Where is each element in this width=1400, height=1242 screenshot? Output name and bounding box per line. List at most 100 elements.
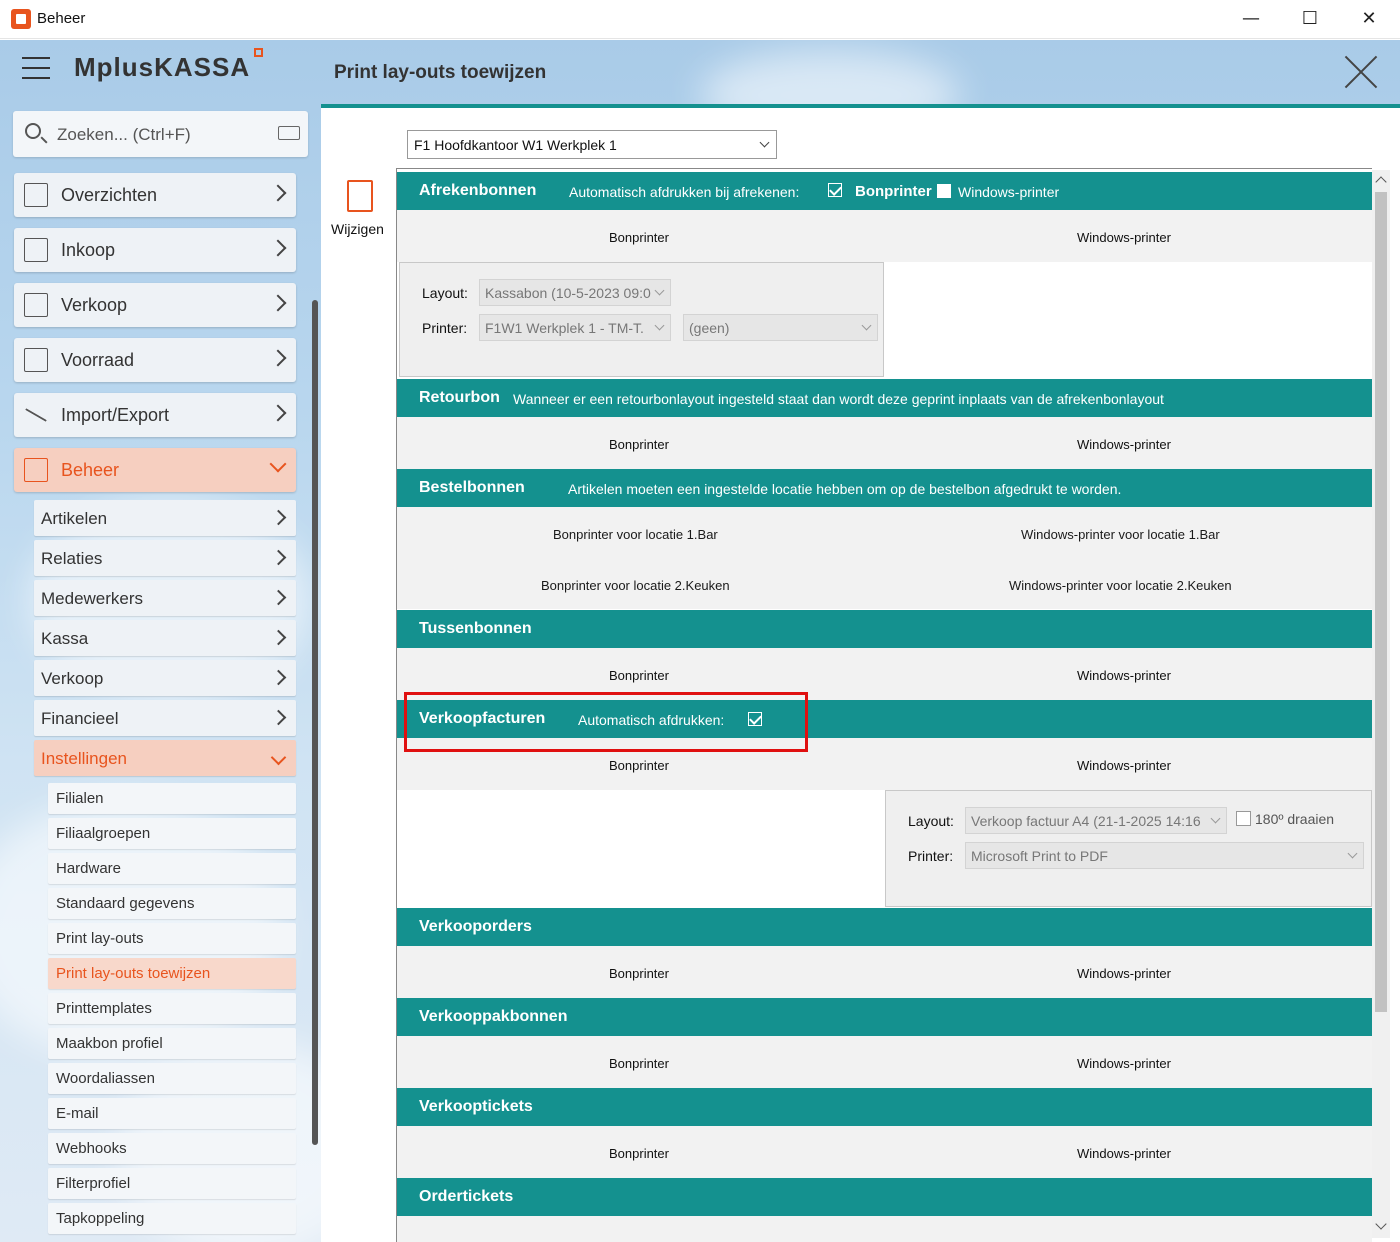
maximize-button[interactable]: ☐: [1287, 4, 1333, 34]
nav-voorraad[interactable]: Voorraad: [14, 338, 296, 382]
section-header-bestelbonnen: Bestelbonnen Artikelen moeten een ingest…: [397, 469, 1372, 507]
location-select[interactable]: F1 Hoofdkantoor W1 Werkplek 1: [407, 130, 777, 159]
auto-print-checkbox[interactable]: [828, 183, 842, 197]
panel-scrollbar[interactable]: [1372, 170, 1390, 1238]
close-icon[interactable]: [1343, 54, 1379, 90]
section-title: Tussenbonnen: [419, 620, 532, 637]
sidebar-item-label: Print lay-outs toewijzen: [56, 965, 211, 982]
sidebar-item-financieel[interactable]: Financieel: [34, 700, 296, 736]
edit-button[interactable]: Wijzigen: [329, 178, 391, 242]
sidebar-item-artikelen[interactable]: Artikelen: [34, 500, 296, 536]
chevron-down-icon: [654, 285, 665, 296]
chevron-right-icon: [270, 589, 287, 606]
sidebar-item-label: Artikelen: [41, 509, 108, 528]
sidebar-item-standaard-gegevens[interactable]: Standaard gegevens: [48, 888, 296, 919]
layout-value: Verkoop factuur A4 (21-1-2025 14:16: [971, 813, 1201, 829]
sidebar-item-kassa[interactable]: Kassa: [34, 620, 296, 656]
rotate-checkbox[interactable]: [1236, 811, 1251, 826]
minimize-button[interactable]: —: [1228, 4, 1274, 34]
chevron-right-icon: [270, 549, 287, 566]
bonprinter-checkbox[interactable]: [937, 184, 951, 198]
sidebar-item-print-layouts[interactable]: Print lay-outs: [48, 923, 296, 954]
col-windows-printer: Windows-printer: [1077, 668, 1171, 683]
sidebar-item-filiaalgroepen[interactable]: Filiaalgroepen: [48, 818, 296, 849]
sidebar-item-label: Instellingen: [41, 749, 128, 768]
col-bonprinter: Bonprinter: [609, 437, 669, 452]
chevron-right-icon: [270, 709, 287, 726]
search-input[interactable]: Zoeken... (Ctrl+F): [13, 111, 308, 157]
printer2-value: (geen): [689, 320, 730, 336]
pakbon-printer-row: Bonprinter Windows-printer: [397, 1036, 1372, 1088]
sidebar-item-instellingen[interactable]: Instellingen: [34, 740, 296, 776]
keyboard-icon[interactable]: [278, 126, 300, 140]
section-title: Verkooptickets: [419, 1098, 533, 1115]
col-bonprinter: Bonprinter: [609, 1146, 669, 1161]
nav-label: Import/Export: [61, 405, 170, 425]
nav-label: Inkoop: [61, 240, 116, 260]
sidebar-item-webhooks[interactable]: Webhooks: [48, 1133, 296, 1164]
sidebar-item-filialen[interactable]: Filialen: [48, 783, 296, 814]
window-close-button[interactable]: ✕: [1346, 4, 1392, 34]
sidebar-item-label: Filialen: [56, 790, 104, 807]
sidebar-item-maakbon-profiel[interactable]: Maakbon profiel: [48, 1028, 296, 1059]
scrollbar-thumb[interactable]: [1375, 192, 1387, 1012]
chevron-right-icon: [269, 239, 287, 257]
layout-dropdown[interactable]: Kassabon (10-5-2023 09:0: [479, 279, 671, 306]
printer-label: Printer:: [908, 848, 954, 864]
sidebar-item-label: Verkoop: [41, 669, 104, 688]
nav-label: Beheer: [61, 460, 120, 480]
layout-label: Layout:: [908, 813, 954, 829]
sidebar-item-label: E-mail: [56, 1105, 99, 1122]
sidebar-item-printtemplates[interactable]: Printtemplates: [48, 993, 296, 1024]
windows-printer-location-2: Windows-printer voor locatie 2.Keuken: [1009, 578, 1232, 593]
col-windows-printer: Windows-printer: [1077, 1146, 1171, 1161]
sidebar-item-label: Standaard gegevens: [56, 895, 195, 912]
section-header-verkooporders: Verkooporders: [397, 908, 1372, 946]
chart-icon: [24, 183, 48, 207]
scroll-down-icon[interactable]: [1375, 1218, 1387, 1230]
nav-overzichten[interactable]: Overzichten: [14, 173, 296, 217]
printer-dropdown[interactable]: F1W1 Werkplek 1 - TM-T.: [479, 314, 671, 341]
layout-value: Kassabon (10-5-2023 09:0: [485, 285, 651, 301]
sidebar-item-filterprofiel[interactable]: Filterprofiel: [48, 1168, 296, 1199]
chevron-down-icon: [759, 137, 770, 148]
chevron-right-icon: [270, 509, 287, 526]
sidebar-item-print-layouts-toewijzen[interactable]: Print lay-outs toewijzen: [48, 958, 296, 989]
bestel-printer-rows: Bonprinter voor locatie 1.Bar Windows-pr…: [397, 507, 1372, 609]
hamburger-menu-icon[interactable]: [22, 57, 50, 79]
sidebar-item-medewerkers[interactable]: Medewerkers: [34, 580, 296, 616]
printer-dropdown[interactable]: Microsoft Print to PDF: [965, 842, 1364, 869]
sidebar-item-label: Kassa: [41, 629, 89, 648]
chevron-down-icon: [1347, 848, 1358, 859]
orders-printer-row: Bonprinter Windows-printer: [397, 946, 1372, 998]
chevron-right-icon: [270, 669, 287, 686]
section-header-verkooptickets: Verkooptickets: [397, 1088, 1372, 1126]
auto-print-label: Automatisch afdrukken bij afrekenen:: [569, 184, 800, 200]
col-bonprinter: Bonprinter: [609, 230, 669, 245]
section-header-ordertickets: Ordertickets: [397, 1178, 1372, 1216]
printer2-dropdown[interactable]: (geen): [683, 314, 878, 341]
chevron-down-icon: [269, 455, 287, 473]
nav-import-export[interactable]: Import/Export: [14, 393, 296, 437]
sidebar-item-woordaliassen[interactable]: Woordaliassen: [48, 1063, 296, 1094]
nav-inkoop[interactable]: Inkoop: [14, 228, 296, 272]
sidebar-scrollbar[interactable]: [312, 300, 318, 1145]
nav-beheer[interactable]: Beheer: [14, 448, 296, 492]
layout-dropdown[interactable]: Verkoop factuur A4 (21-1-2025 14:16: [965, 807, 1227, 834]
sidebar-item-hardware[interactable]: Hardware: [48, 853, 296, 884]
col-bonprinter: Bonprinter: [609, 758, 669, 773]
logo-square-icon: [254, 48, 263, 57]
sidebar-item-relaties[interactable]: Relaties: [34, 540, 296, 576]
chevron-right-icon: [270, 629, 287, 646]
scroll-up-icon[interactable]: [1375, 176, 1387, 188]
nav-verkoop[interactable]: Verkoop: [14, 283, 296, 327]
sidebar-item-email[interactable]: E-mail: [48, 1098, 296, 1129]
sidebar-item-tapkoppeling[interactable]: Tapkoppeling: [48, 1203, 296, 1234]
box-icon: [24, 348, 48, 372]
sidebar-item-verkoop[interactable]: Verkoop: [34, 660, 296, 696]
bonprinter-location-1: Bonprinter voor locatie 1.Bar: [553, 527, 718, 542]
factuur-config-box: Layout: Verkoop factuur A4 (21-1-2025 14…: [885, 790, 1372, 907]
sidebar-item-label: Woordaliassen: [56, 1070, 155, 1087]
section-header-retourbon: Retourbon Wanneer er een retourbonlayout…: [397, 379, 1372, 417]
search-placeholder: Zoeken... (Ctrl+F): [57, 125, 191, 144]
